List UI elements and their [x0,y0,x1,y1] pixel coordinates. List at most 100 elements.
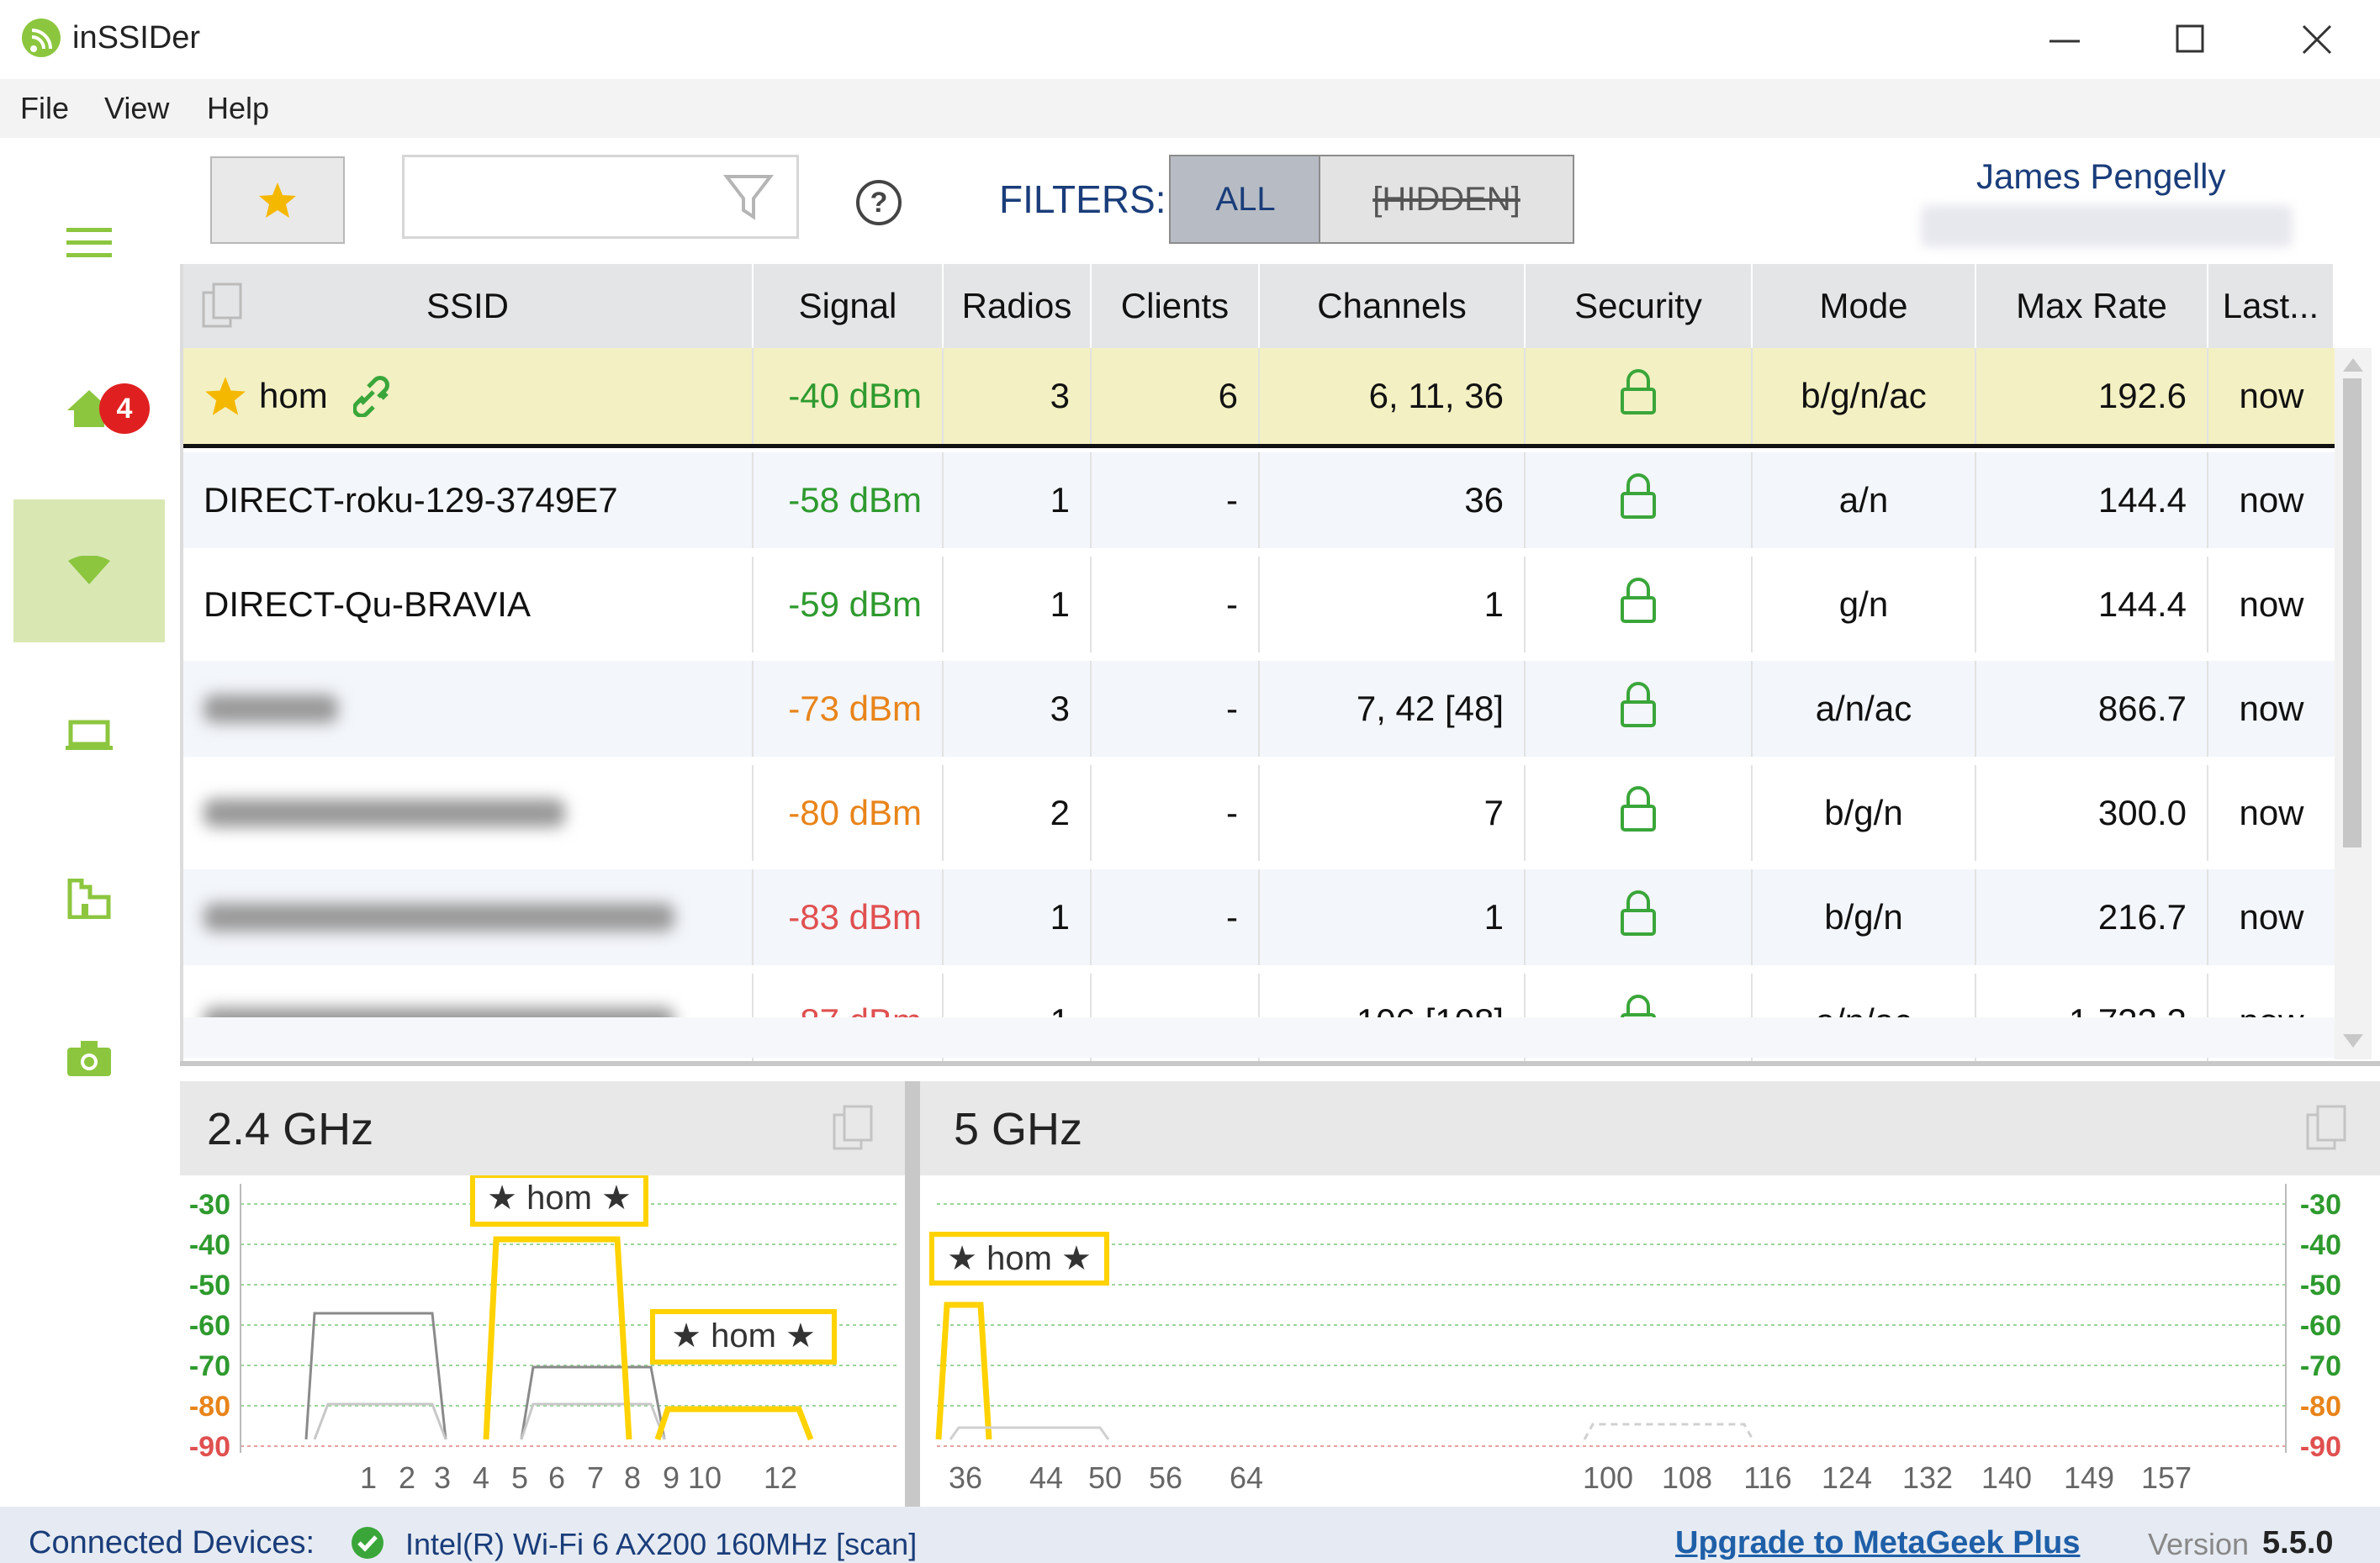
x-tick-label: 132 [1902,1460,1953,1495]
sidebar-menu-button[interactable] [13,172,165,314]
ssid-redacted [204,799,565,827]
security-cell [1526,452,1753,548]
close-button[interactable] [2254,0,2380,79]
check-circle-icon [352,1527,383,1559]
clients-cell: - [1092,765,1260,861]
column-header-signal[interactable]: Signal [754,264,944,348]
last-seen-cell: now [2239,793,2304,832]
ssid-cell [183,869,754,965]
lock-icon [1619,682,1658,736]
menu-view[interactable]: View [104,91,169,126]
x-tick-label: 124 [1822,1460,1872,1495]
y-tick-label: -30 [2300,1189,2341,1221]
upgrade-link[interactable]: Upgrade to MetaGeek Plus [1675,1525,2080,1561]
column-header-last-seen[interactable]: Last... [2208,264,2335,348]
last-seen-cell: now [2239,897,2304,937]
signal-cell: -73 dBm [754,661,944,757]
y-tick-label: -90 [189,1431,230,1463]
link-icon[interactable] [352,375,399,417]
scrollbar-thumb[interactable] [2343,378,2361,848]
column-header-ssid[interactable]: SSID [183,264,754,348]
channels-cell: 36 [1260,452,1526,548]
maximize-button[interactable] [2128,0,2254,79]
network-curve [304,1312,447,1440]
maximize-icon [2176,24,2204,53]
x-tick-label: 3 [434,1460,451,1495]
menu-file[interactable]: File [20,91,69,126]
user-name[interactable]: James Pengelly [1976,156,2225,197]
laptop-icon [66,720,113,750]
help-icon[interactable]: ? [854,178,903,231]
lock-icon [1619,786,1658,840]
sidebar-floorplan-button[interactable] [13,827,165,970]
network-curve [313,1402,447,1440]
clients-cell: 6 [1092,348,1260,444]
y-tick-label: -50 [2300,1270,2341,1302]
signal-cell: -40 dBm [754,348,944,444]
table-scrollbar[interactable] [2335,348,2372,1059]
x-tick-label: 157 [2141,1460,2192,1495]
version-label: Version [2148,1527,2250,1561]
svg-text:?: ? [870,187,888,219]
filters-label: FILTERS: [999,177,1166,221]
minimize-button[interactable] [2002,0,2128,79]
version-number: 5.5.0 [2262,1525,2334,1560]
channels-cell: 7, 42 [48] [1260,661,1526,757]
filter-all-button[interactable]: ALL [1169,155,1322,244]
copy-icon[interactable] [833,1105,876,1152]
ssid-cell [183,661,754,757]
table-row[interactable]: -83 dBm 1 - 1 b/g/n 216.7 now [183,869,2335,965]
column-header-security[interactable]: Security [1526,264,1753,348]
close-icon [2302,24,2332,55]
security-cell [1526,661,1753,757]
radios-cell: 1 [944,557,1092,652]
x-tick-label: 6 [548,1460,565,1495]
column-header-channels[interactable]: Channels [1260,264,1526,348]
y-tick-label: -40 [189,1229,230,1261]
favorites-filter-button[interactable] [210,156,345,244]
lock-icon [1619,369,1658,423]
last-seen-cell: now [2239,480,2304,520]
mode-cell: b/g/n [1753,765,1976,861]
table-row[interactable]: DIRECT-Qu-BRAVIA -59 dBm 1 - 1 g/n 144.4… [183,557,2335,652]
filter-hidden-button[interactable]: [HIDDEN] [1319,155,1574,244]
security-cell [1526,765,1753,861]
sidebar-capture-button[interactable] [13,987,165,1130]
network-label: ★ hom ★ [947,1240,1092,1277]
clients-cell: - [1092,869,1260,965]
sidebar-devices-button[interactable] [13,664,165,807]
copy-icon[interactable] [2306,1105,2350,1152]
sidebar-networks-button[interactable] [13,499,165,642]
connected-adapter[interactable]: Intel(R) Wi-Fi 6 AX200 160MHz [scan] [405,1527,917,1562]
table-row[interactable]: -73 dBm 3 - 7, 42 [48] a/n/ac 866.7 now [183,661,2335,757]
radios-cell: 1 [944,452,1092,548]
max-rate-cell: 300.0 [1976,765,2208,861]
mode-cell: b/g/n/ac [1753,348,1976,444]
scroll-up-icon[interactable] [2341,355,2365,373]
x-tick-label: 100 [1583,1460,1633,1495]
star-icon[interactable] [204,375,247,417]
table-row[interactable]: hom -40 dBm 3 6 6, 11, 36 b/g/n/ac 192.6… [183,348,2335,448]
x-tick-label: 7 [587,1460,604,1495]
panel-splitter[interactable] [905,1081,920,1507]
scroll-down-icon[interactable] [2341,1032,2365,1051]
home-network-curve [483,1236,632,1440]
mode-cell: a/n [1753,452,1976,548]
x-tick-label: 56 [1149,1460,1182,1495]
column-header-max-rate[interactable]: Max Rate [1976,264,2208,348]
table-row[interactable]: DIRECT-roku-129-3749E7 -58 dBm 1 - 36 a/… [183,452,2335,548]
filter-funnel-icon[interactable] [722,172,775,226]
y-tick-label: -70 [189,1350,230,1382]
max-rate-cell: 144.4 [1976,452,2208,548]
column-header-radios[interactable]: Radios [944,264,1092,348]
y-tick-label: -50 [189,1270,230,1302]
connected-devices-label: Connected Devices: [29,1525,315,1560]
home-network-curve [654,1406,814,1441]
column-header-clients[interactable]: Clients [1092,264,1260,348]
signal-cell: -58 dBm [754,452,944,548]
table-row[interactable]: -80 dBm 2 - 7 b/g/n 300.0 now [183,765,2335,861]
x-tick-label: 8 [624,1460,641,1495]
y-tick-label: -90 [2300,1431,2341,1463]
column-header-mode[interactable]: Mode [1753,264,1976,348]
menu-help[interactable]: Help [207,91,269,126]
